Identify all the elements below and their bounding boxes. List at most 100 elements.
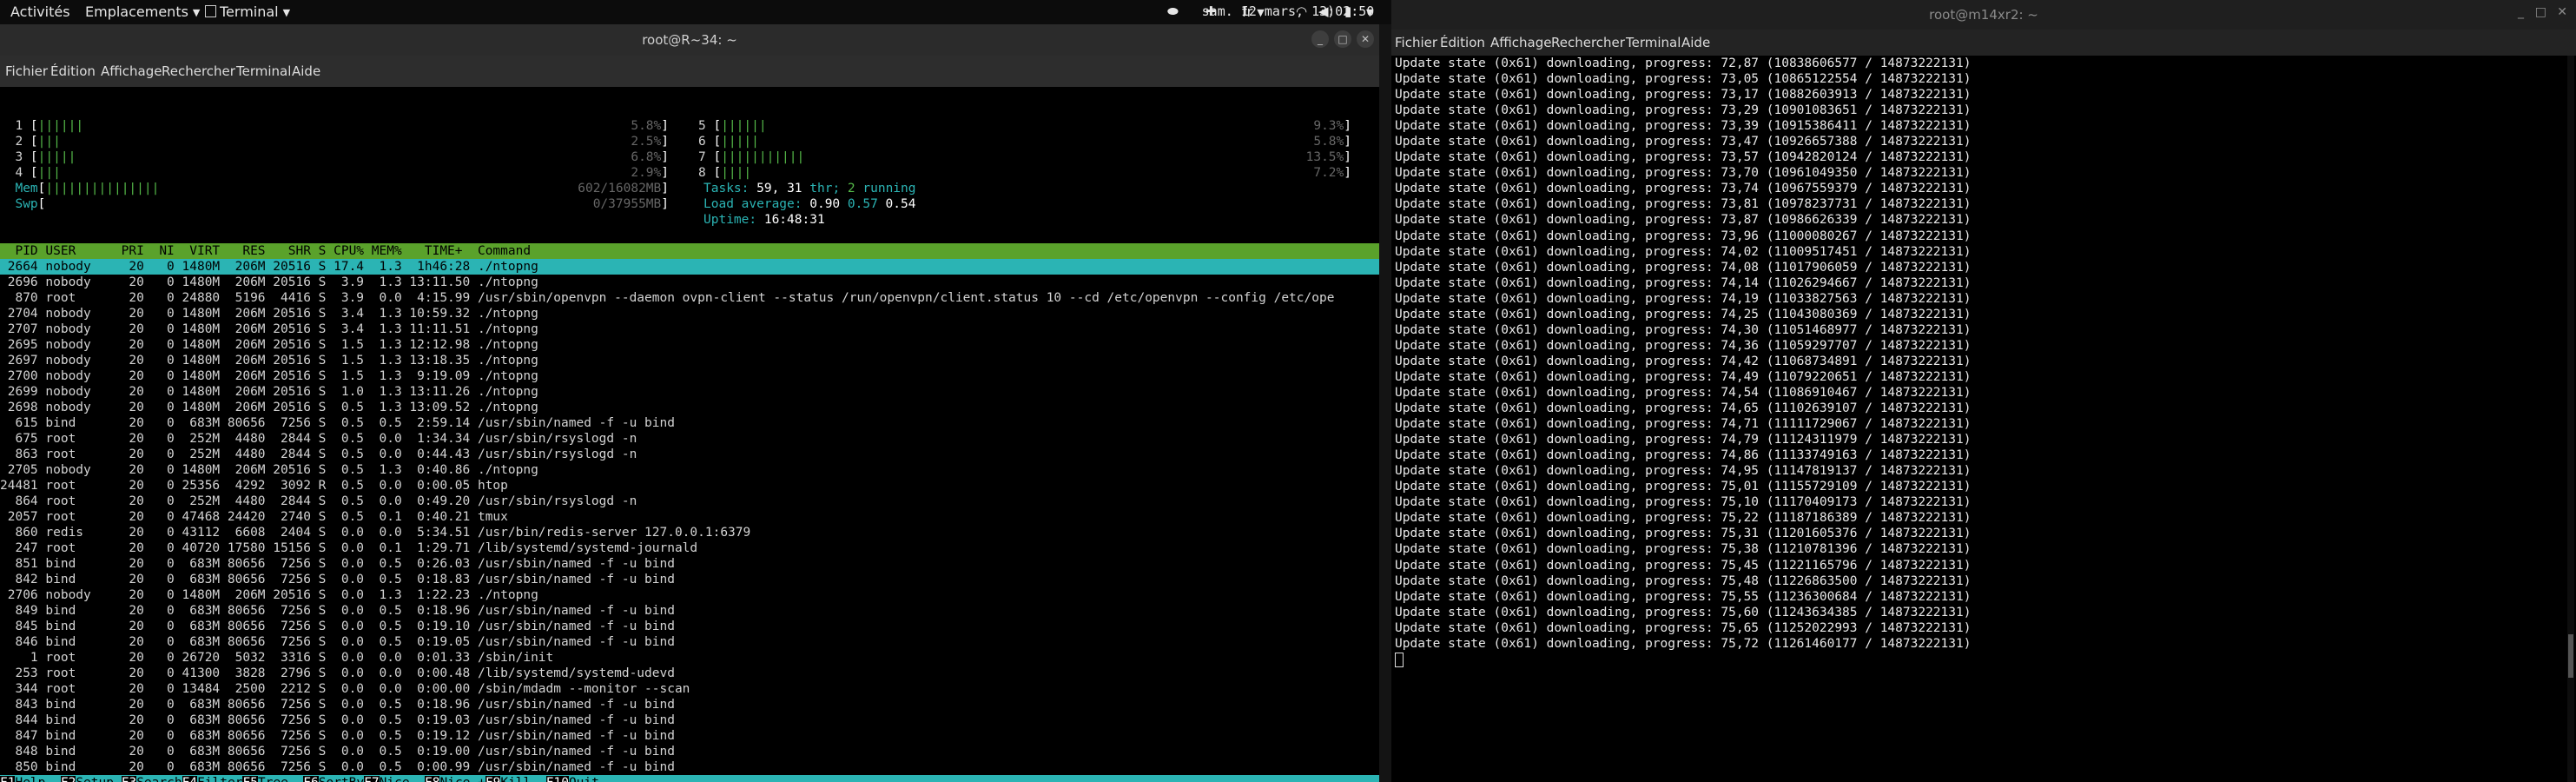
cpu-id: 8 (698, 166, 706, 180)
tasks-label: Tasks: (703, 182, 750, 196)
table-row[interactable]: 24481 root 20 0 25356 4292 3092 R 0.5 0.… (0, 478, 1379, 494)
menu-aide[interactable]: Aide (292, 63, 320, 79)
uptime-value: 16:48:31 (763, 213, 825, 227)
table-row[interactable]: 2705 nobody 20 0 1480M 206M 20516 S 0.5 … (0, 462, 1379, 478)
window-titlebar[interactable]: root@R~34: ~ _ □ ✕ (0, 24, 1379, 56)
maximize-icon[interactable]: □ (2535, 5, 2546, 19)
table-row[interactable]: 247 root 20 0 40720 17580 15156 S 0.0 0.… (0, 540, 1379, 556)
uptime-label: Uptime: (703, 213, 757, 227)
table-row[interactable]: 842 bind 20 0 683M 80656 7256 S 0.0 0.5 … (0, 572, 1379, 587)
table-row[interactable]: 2700 nobody 20 0 1480M 206M 20516 S 1.5 … (0, 368, 1379, 384)
table-row[interactable]: 864 root 20 0 252M 4480 2844 S 0.5 0.0 0… (0, 494, 1379, 509)
log-line: Update state (0x61) downloading, progres… (1395, 558, 1972, 573)
close-icon[interactable]: ✕ (1357, 30, 1374, 48)
table-row[interactable]: 849 bind 20 0 683M 80656 7256 S 0.0 0.5 … (0, 603, 1379, 619)
table-row[interactable]: 845 bind 20 0 683M 80656 7256 S 0.0 0.5 … (0, 619, 1379, 634)
table-row[interactable]: 850 bind 20 0 683M 80656 7256 S 0.0 0.5 … (0, 759, 1379, 775)
menu-terminal[interactable]: Terminal (236, 63, 291, 79)
swp-value: 0/37955MB (592, 197, 662, 211)
table-row[interactable]: 2707 nobody 20 0 1480M 206M 20516 S 3.4 … (0, 321, 1379, 337)
table-row[interactable]: 2057 root 20 0 47468 24420 2740 S 0.5 0.… (0, 509, 1379, 525)
fkey-f6[interactable]: F6SortBy (303, 776, 365, 782)
fkey-f10[interactable]: F10Quit (545, 776, 615, 782)
battery-icon: ▮ (1344, 3, 1352, 19)
caret-down-icon: ▼ (192, 7, 201, 18)
menu-fichier[interactable]: Fichier (5, 63, 48, 79)
fkey-f1[interactable]: F1Help (0, 776, 61, 782)
mem-value: 602/16082MB (578, 182, 662, 196)
table-row[interactable]: 847 bind 20 0 683M 80656 7256 S 0.0 0.5 … (0, 728, 1379, 744)
cpu-bar: |||||| (721, 119, 767, 133)
log-line: Update state (0x61) downloading, progres… (1395, 480, 1972, 494)
minimize-icon[interactable]: _ (1311, 30, 1329, 48)
system-menu[interactable]: ▼ (1362, 3, 1373, 20)
input-source-menu[interactable]: fr ▼ (1242, 3, 1265, 20)
table-row[interactable]: 863 root 20 0 252M 4480 2844 S 0.5 0.0 0… (0, 447, 1379, 462)
maximize-icon[interactable]: □ (1334, 30, 1351, 48)
table-row[interactable]: 2699 nobody 20 0 1480M 206M 20516 S 1.0 … (0, 384, 1379, 400)
table-row[interactable]: 344 root 20 0 13484 2500 2212 S 0.0 0.0 … (0, 681, 1379, 697)
menu-edition[interactable]: Édition (50, 63, 96, 79)
htop-terminal-window: root@R~34: ~ _ □ ✕ Fichier Édition Affic… (0, 24, 1379, 782)
cpu-meter: 5 [|||||| 9.3%] (698, 119, 1351, 133)
bubble-icon[interactable]: ⬬ (1167, 3, 1179, 19)
process-table-header[interactable]: PID USER PRI NI VIRT RES SHR S CPU% MEM%… (0, 243, 1379, 259)
fkey-key: F8 (425, 776, 439, 782)
cpu-id: 3 (15, 150, 23, 164)
fkey-f5[interactable]: F5Tree (242, 776, 304, 782)
log-line: Update state (0x61) downloading, progres… (1395, 433, 1972, 447)
table-row[interactable]: 675 root 20 0 252M 4480 2844 S 0.5 0.0 1… (0, 431, 1379, 447)
fkey-f7[interactable]: F7Nice - (364, 776, 426, 782)
menu-affichage[interactable]: Affichage (1490, 35, 1551, 50)
table-row[interactable]: 851 bind 20 0 683M 80656 7256 S 0.0 0.5 … (0, 556, 1379, 572)
fkey-f4[interactable]: F4Filter (182, 776, 243, 782)
table-row[interactable]: 2696 nobody 20 0 1480M 206M 20516 S 3.9 … (0, 275, 1379, 290)
menu-edition[interactable]: Édition (1440, 35, 1485, 50)
table-row[interactable]: 844 bind 20 0 683M 80656 7256 S 0.0 0.5 … (0, 712, 1379, 728)
table-row[interactable]: 615 bind 20 0 683M 80656 7256 S 0.5 0.5 … (0, 415, 1379, 431)
log-line: Update state (0x61) downloading, progres… (1395, 385, 1972, 400)
menu-fichier[interactable]: Fichier (1395, 35, 1437, 50)
process-row-selected[interactable]: 2664 nobody 20 0 1480M 206M 20516 S 17.4… (0, 259, 1379, 275)
activities-button[interactable]: Activités (10, 3, 70, 20)
fkey-key: F6 (303, 776, 318, 782)
table-row[interactable]: 2697 nobody 20 0 1480M 206M 20516 S 1.5 … (0, 353, 1379, 368)
caret-down-icon: ▼ (1366, 7, 1374, 18)
menu-affichage[interactable]: Affichage (101, 63, 162, 79)
log-line: Update state (0x61) downloading, progres… (1395, 103, 1972, 118)
puzzle-icon[interactable]: ✚ (1205, 3, 1217, 19)
table-row[interactable]: 860 redis 20 0 43112 6608 2404 S 0.0 0.0… (0, 525, 1379, 540)
htop-screen[interactable]: 1 [|||||| 5.8%] 2 [||| 2.5%] 3 [||||| 6.8%]… (0, 87, 1379, 782)
log-line: Update state (0x61) downloading, progres… (1395, 605, 1972, 620)
table-row[interactable]: 846 bind 20 0 683M 80656 7256 S 0.0 0.5 … (0, 634, 1379, 650)
table-row[interactable]: 253 root 20 0 41300 3828 2796 S 0.0 0.0 … (0, 666, 1379, 681)
table-row[interactable]: 2706 nobody 20 0 1480M 206M 20516 S 0.0 … (0, 587, 1379, 603)
table-row[interactable]: 1 root 20 0 26720 5032 3316 S 0.0 0.0 0:… (0, 650, 1379, 666)
close-icon[interactable]: ✕ (2557, 5, 2567, 19)
table-row[interactable]: 848 bind 20 0 683M 80656 7256 S 0.0 0.5 … (0, 744, 1379, 759)
memory-meter: Mem[||||||||||||||| 602/16082MB] (15, 182, 669, 196)
minimize-icon[interactable]: _ (2518, 5, 2524, 19)
places-menu[interactable]: Emplacements ▼ (85, 3, 200, 20)
table-row[interactable]: 2698 nobody 20 0 1480M 206M 20516 S 0.5 … (0, 400, 1379, 415)
fkey-f9[interactable]: F9Kill (485, 776, 546, 782)
table-row[interactable]: 2695 nobody 20 0 1480M 206M 20516 S 1.5 … (0, 337, 1379, 353)
menu-rechercher[interactable]: Rechercher (162, 63, 235, 79)
table-row[interactable]: 870 root 20 0 24880 5196 4416 S 3.9 0.0 … (0, 290, 1379, 306)
fkey-f2[interactable]: F2Setup (60, 776, 122, 782)
menu-rechercher[interactable]: Rechercher (1551, 35, 1625, 50)
app-menu[interactable]: Terminal ▼ (205, 3, 290, 20)
table-row[interactable]: 843 bind 20 0 683M 80656 7256 S 0.0 0.5 … (0, 697, 1379, 712)
update-log-output[interactable]: Update state (0x61) downloading, progres… (1395, 56, 2564, 782)
window-titlebar[interactable]: root@m14xr2: ~ _ □ ✕ (1391, 0, 2576, 30)
menu-aide[interactable]: Aide (1681, 35, 1710, 50)
menu-terminal[interactable]: Terminal (1626, 35, 1681, 50)
scrollbar[interactable] (2567, 56, 2574, 782)
fkey-f3[interactable]: F3Search (121, 776, 182, 782)
table-row[interactable]: 2704 nobody 20 0 1480M 206M 20516 S 3.4 … (0, 306, 1379, 321)
log-line: Update state (0x61) downloading, progres… (1395, 275, 1972, 290)
cpu-meter: 4 [||| 2.9%] (15, 166, 669, 180)
cpu-id: 7 (698, 150, 706, 164)
fkey-f8[interactable]: F8Nice + (425, 776, 485, 782)
scrollbar-thumb[interactable] (2568, 634, 2573, 678)
